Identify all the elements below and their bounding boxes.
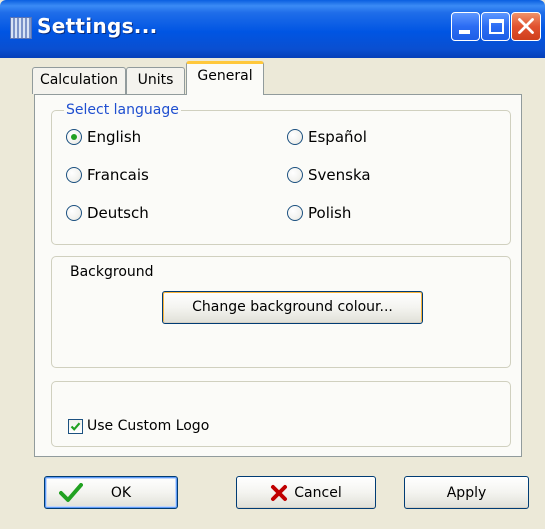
radio-label: Francais bbox=[87, 166, 149, 184]
language-groupbox: Select language English Español Francais… bbox=[51, 102, 511, 245]
settings-window: Settings... Calculation Units General Se… bbox=[0, 0, 545, 529]
language-group-legend: Select language bbox=[64, 102, 181, 118]
background-groupbox: Background Change background colour... bbox=[51, 256, 511, 368]
cancel-label: Cancel bbox=[294, 484, 342, 501]
background-group-label: Background bbox=[70, 264, 154, 280]
title-bar[interactable]: Settings... bbox=[0, 0, 545, 58]
tab-calculation[interactable]: Calculation bbox=[32, 67, 126, 94]
tab-units[interactable]: Units bbox=[126, 67, 185, 94]
radio-button-icon bbox=[66, 129, 82, 145]
maximize-button[interactable] bbox=[481, 12, 510, 41]
ok-label: OK bbox=[110, 484, 132, 501]
maximize-icon bbox=[489, 19, 504, 34]
close-button[interactable] bbox=[511, 12, 541, 41]
change-background-colour-button[interactable]: Change background colour... bbox=[162, 291, 423, 324]
radio-button-icon bbox=[66, 167, 82, 183]
general-tab-panel: Select language English Español Francais… bbox=[34, 94, 522, 457]
window-title: Settings... bbox=[37, 14, 158, 38]
cancel-button[interactable]: Cancel bbox=[236, 476, 376, 509]
ok-button[interactable]: OK bbox=[44, 476, 178, 509]
radio-button-icon bbox=[66, 205, 82, 221]
radio-svenska[interactable]: Svenska bbox=[287, 166, 371, 184]
apply-button[interactable]: Apply bbox=[404, 476, 529, 509]
radio-label: Español bbox=[308, 128, 367, 146]
minimize-icon bbox=[459, 30, 470, 34]
checkbox-checked-icon bbox=[68, 418, 83, 434]
tab-general[interactable]: General bbox=[186, 61, 264, 95]
logo-groupbox: Use Custom Logo bbox=[51, 381, 511, 447]
radio-polish[interactable]: Polish bbox=[287, 204, 351, 222]
checkmark-icon bbox=[58, 482, 83, 502]
app-icon bbox=[10, 17, 32, 39]
radio-button-icon bbox=[287, 129, 303, 145]
radio-button-icon bbox=[287, 167, 303, 183]
radio-label: Svenska bbox=[308, 166, 371, 184]
radio-label: Deutsch bbox=[87, 204, 149, 222]
minimize-button[interactable] bbox=[451, 12, 480, 41]
use-custom-logo-checkbox[interactable]: Use Custom Logo bbox=[68, 418, 209, 434]
radio-label: English bbox=[87, 128, 142, 146]
radio-deutsch[interactable]: Deutsch bbox=[66, 204, 149, 222]
checkbox-label: Use Custom Logo bbox=[87, 418, 210, 434]
x-icon bbox=[271, 484, 288, 501]
close-icon bbox=[518, 18, 534, 34]
radio-francais[interactable]: Francais bbox=[66, 166, 149, 184]
radio-label: Polish bbox=[308, 204, 352, 222]
radio-button-icon bbox=[287, 205, 303, 221]
radio-espanol[interactable]: Español bbox=[287, 128, 367, 146]
radio-english[interactable]: English bbox=[66, 128, 141, 146]
